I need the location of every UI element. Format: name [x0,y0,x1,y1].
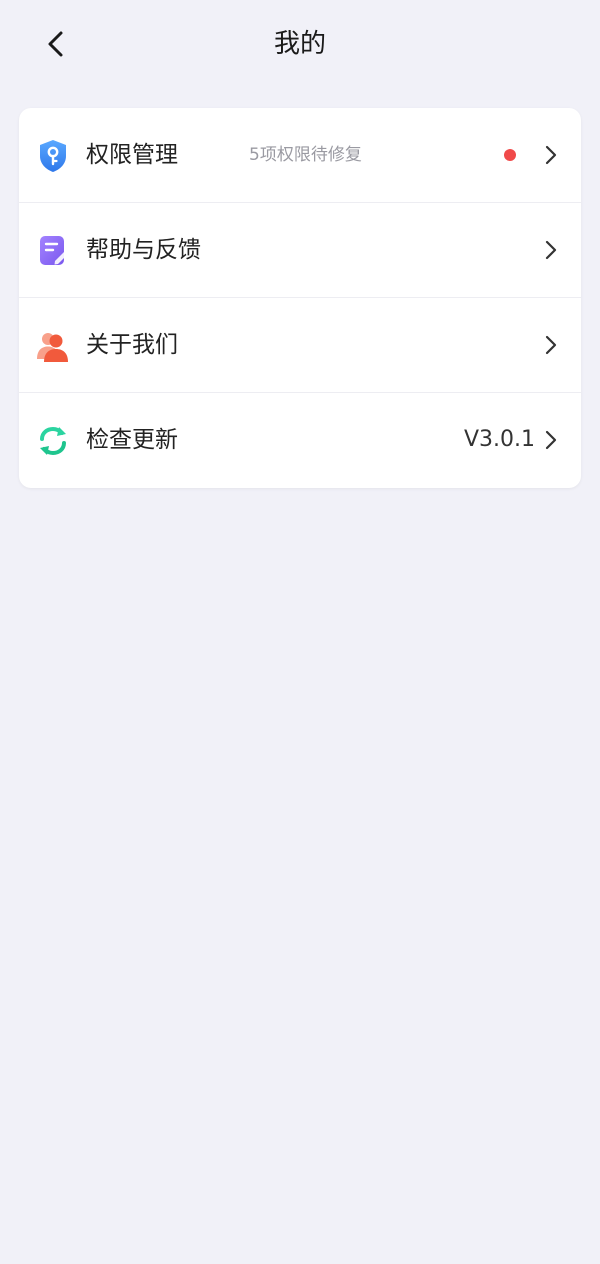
notification-dot [504,149,516,161]
menu-item-about[interactable]: 关于我们 [19,298,581,393]
menu-item-label: 帮助与反馈 [86,237,201,263]
chevron-right-icon [545,145,557,165]
users-icon [37,333,68,362]
page-title: 我的 [273,29,326,59]
edit-note-icon [40,236,67,265]
chevron-right-icon [545,335,557,355]
permission-status-text: 5项权限待修复 [249,145,362,165]
menu-item-label: 关于我们 [86,332,178,358]
shield-key-icon [40,140,66,172]
menu-item-check-update[interactable]: 检查更新 V3.0.1 [19,393,581,488]
chevron-right-icon [545,430,557,450]
chevron-right-icon [545,240,557,260]
settings-card: 权限管理 5项权限待修复 帮助与反馈 关于我们 检查更新 V3.0.1 [19,108,581,488]
menu-item-label: 检查更新 [86,427,178,453]
menu-item-label: 权限管理 [86,142,178,168]
app-version: V3.0.1 [463,427,535,452]
top-bar: 我的 [0,0,600,90]
menu-item-permissions[interactable]: 权限管理 5项权限待修复 [19,108,581,203]
menu-item-help-feedback[interactable]: 帮助与反馈 [19,203,581,298]
refresh-icon [40,426,66,456]
